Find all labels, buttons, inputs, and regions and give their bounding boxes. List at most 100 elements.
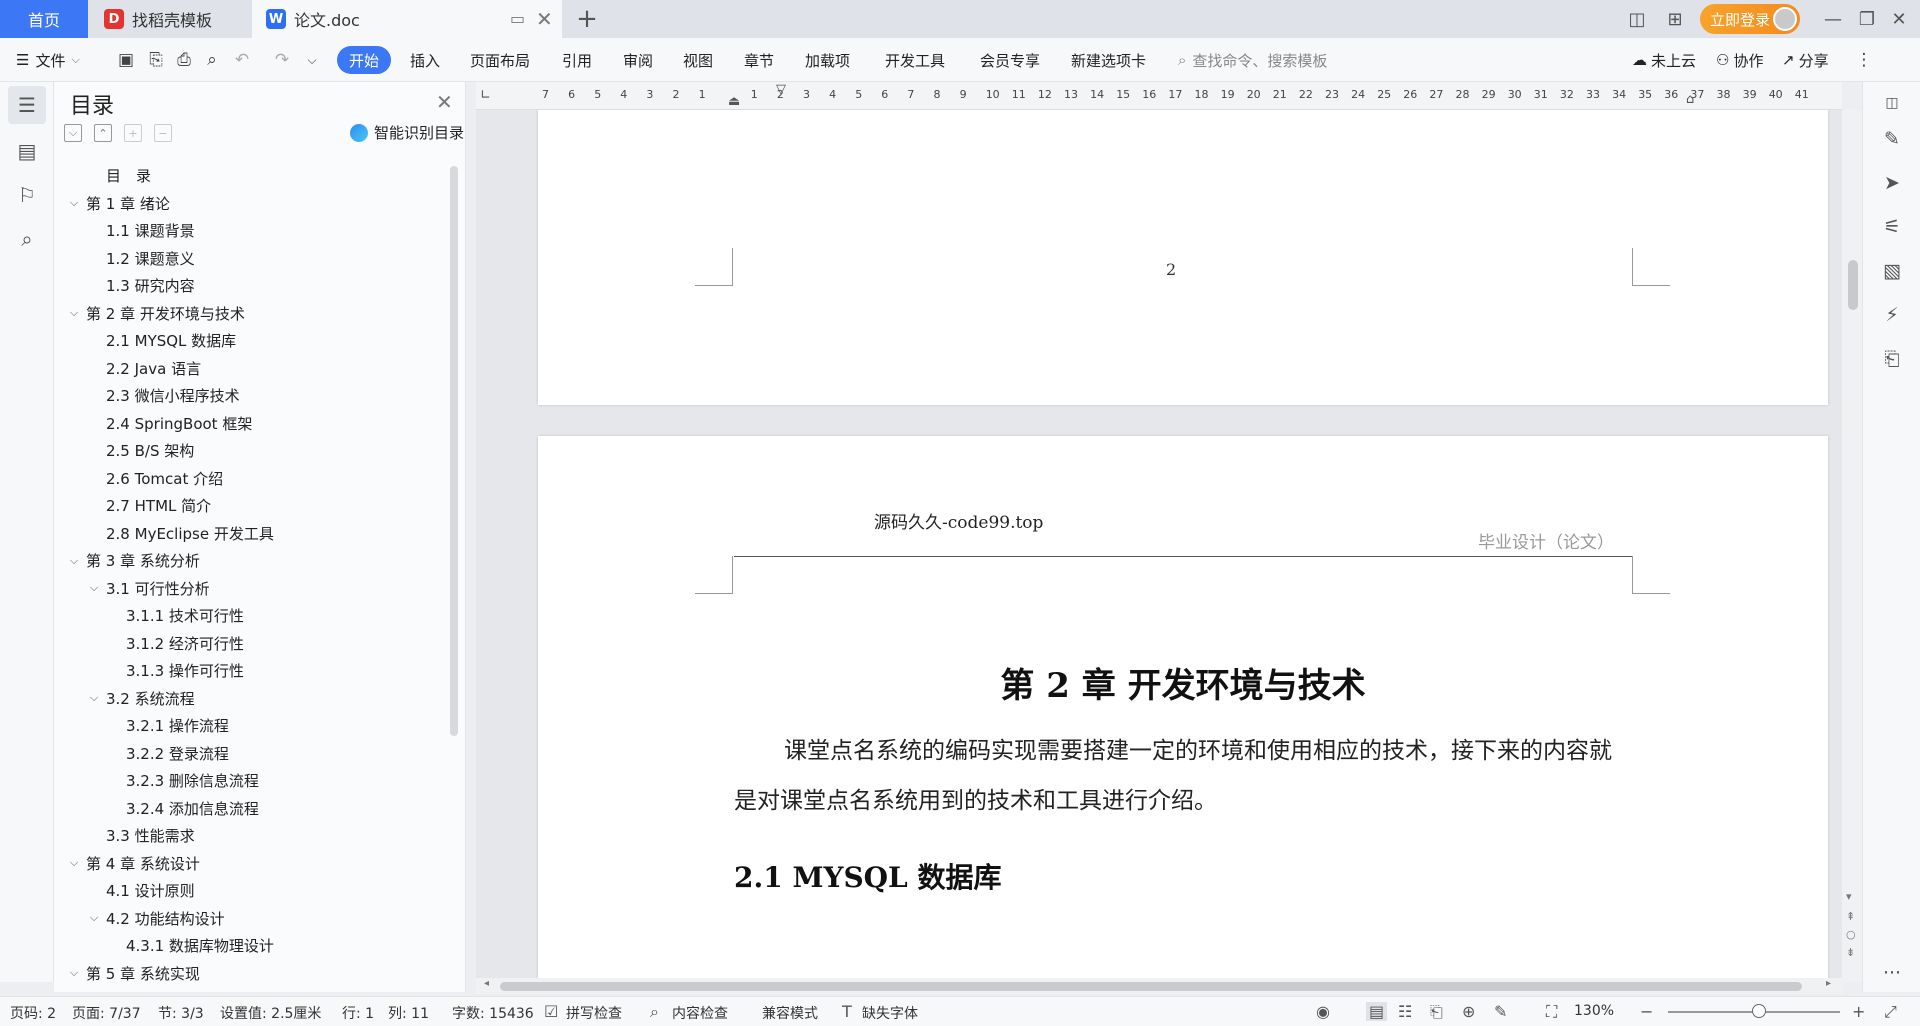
toc-item[interactable]: 1.3 研究内容 xyxy=(106,272,195,299)
tab-member[interactable]: 会员专享 xyxy=(980,46,1040,74)
tab-page-layout[interactable]: 页面布局 xyxy=(470,46,530,74)
status-page-code[interactable]: 页码: 2 xyxy=(10,1003,56,1023)
tab-new-tab[interactable]: 新建选项卡 xyxy=(1071,46,1146,74)
panel-toggle-icon[interactable]: ◫ xyxy=(1877,88,1907,118)
document-canvas[interactable]: 2 源码久久-code99.top 毕业设计（论文） 第 2 章 开发环境与技术… xyxy=(476,110,1842,982)
pen-mode-icon[interactable]: ✎ xyxy=(1494,1002,1507,1021)
chevron-down-icon[interactable]: ⌵ xyxy=(86,581,102,595)
toc-panel-icon[interactable]: ☰ xyxy=(8,86,46,124)
prev-page-icon[interactable]: ⇞ xyxy=(1846,910,1855,923)
redo-icon[interactable]: ↷ xyxy=(270,48,294,72)
content-check-button[interactable]: 内容检查 xyxy=(672,1003,728,1023)
chevron-down-icon[interactable]: ⌵ xyxy=(66,554,82,568)
file-menu[interactable]: ☰ 文件 ⌵ xyxy=(16,46,80,74)
web-view-icon[interactable]: ⊕ xyxy=(1462,1002,1475,1021)
pen-icon[interactable]: ✎ xyxy=(1877,124,1907,154)
chevron-down-icon[interactable]: ⌵ xyxy=(66,856,82,870)
toc-item[interactable]: 3.2.1 操作流程 xyxy=(126,712,229,739)
login-button[interactable]: 立即登录 xyxy=(1700,4,1800,34)
find-icon[interactable]: ⌕ xyxy=(8,220,46,258)
toc-item[interactable]: 2.5 B/S 架构 xyxy=(106,437,194,464)
toc-item[interactable]: 3.2.2 登录流程 xyxy=(126,740,229,767)
tab-start[interactable]: 开始 xyxy=(337,46,392,74)
ruler[interactable]: 7 6 5 4 3 2 1 1 2 3 4 5 6 7 8 9 10 11 12 13 14 15 16 17 18 19 20 21… xyxy=(476,82,1842,110)
toc-item[interactable]: ⌵ 3.1 可行性分析 xyxy=(86,575,210,602)
left-indent-marker-icon[interactable]: ⏏ xyxy=(728,94,740,109)
tab-devtools[interactable]: 开发工具 xyxy=(885,46,945,74)
zoom-slider-knob[interactable] xyxy=(1752,1004,1766,1018)
toc-item[interactable]: 3.1.1 技术可行性 xyxy=(126,602,244,629)
reading-icon[interactable]: ⎗ xyxy=(1877,344,1907,374)
undo-icon[interactable]: ↶ xyxy=(230,48,254,72)
command-search[interactable]: ⌕ 查找命令、搜索模板 xyxy=(1178,48,1327,72)
toc-close-icon[interactable]: ✕ xyxy=(436,90,453,114)
smart-toc-button[interactable]: 智能识别目录 xyxy=(350,122,464,143)
toc-scrollbar[interactable] xyxy=(450,166,458,736)
expand-icon[interactable]: ⌃ xyxy=(94,124,112,142)
toc-item[interactable]: ⌵ 第 1 章 绪论 xyxy=(66,190,170,217)
vertical-scrollbar[interactable]: ▾ ⇞ ○ ⇟ xyxy=(1842,110,1862,982)
minimize-icon[interactable]: — xyxy=(1818,6,1848,32)
tab-document[interactable]: W 论文.doc ▭ ✕ xyxy=(252,0,562,38)
chevron-down-icon[interactable]: ⌵ xyxy=(66,306,82,320)
adjust-icon[interactable]: ⚟ xyxy=(1877,212,1907,242)
tab-insert[interactable]: 插入 xyxy=(410,46,440,74)
toc-item[interactable]: 2.3 微信小程序技术 xyxy=(106,382,240,409)
more-quick-icon[interactable]: ⌵ xyxy=(300,48,324,72)
toc-item[interactable]: 1.2 课题意义 xyxy=(106,245,195,272)
print-preview-icon[interactable]: ⌕ xyxy=(200,48,224,72)
select-pointer-icon[interactable]: ➤ xyxy=(1877,168,1907,198)
eye-protect-icon[interactable]: ◉ xyxy=(1316,1002,1330,1021)
tab-close-icon[interactable]: ✕ xyxy=(536,7,553,31)
spell-check-button[interactable]: 拼写检查 xyxy=(566,1003,622,1023)
browse-object-icon[interactable]: ○ xyxy=(1846,928,1856,941)
scroll-right-icon[interactable]: ▸ xyxy=(1826,978,1831,989)
collab-button[interactable]: ⚇ 协作 xyxy=(1716,46,1763,74)
export-pdf-icon[interactable]: ⎘ xyxy=(144,48,168,72)
toc-item[interactable]: 2.2 Java 语言 xyxy=(106,355,201,382)
toc-item[interactable]: 4.1 设计原则 xyxy=(106,877,195,904)
read-view-icon[interactable]: ⎗ xyxy=(1430,1002,1443,1022)
tab-review[interactable]: 审阅 xyxy=(623,46,653,74)
toc-item[interactable]: ⌵ 3.2 系统流程 xyxy=(86,685,195,712)
chevron-down-icon[interactable]: ⌵ xyxy=(66,196,82,210)
toc-item[interactable]: 3.1.3 操作可行性 xyxy=(126,657,244,684)
new-tab-button[interactable]: + xyxy=(572,4,602,34)
toc-item[interactable]: 1.1 课题背景 xyxy=(106,217,195,244)
horizontal-scroll-thumb[interactable] xyxy=(500,982,1802,991)
toc-item[interactable]: 2.1 MYSQL 数据库 xyxy=(106,327,236,354)
toc-item[interactable]: 2.7 HTML 简介 xyxy=(106,492,211,519)
apps-grid-icon[interactable]: ⊞ xyxy=(1660,6,1690,32)
chevron-down-icon[interactable]: ⌵ xyxy=(86,911,102,925)
scroll-left-icon[interactable]: ◂ xyxy=(484,978,489,989)
fit-page-icon[interactable]: ⛶ xyxy=(1546,1002,1557,1022)
zoom-level[interactable]: 130% xyxy=(1574,1003,1614,1019)
zoom-in-icon[interactable]: + xyxy=(1852,1002,1865,1021)
tab-chapter[interactable]: 章节 xyxy=(744,46,774,74)
tab-daoke-templates[interactable]: D 找稻壳模板 xyxy=(90,0,250,38)
close-window-icon[interactable]: ✕ xyxy=(1884,6,1914,32)
toc-item[interactable]: 3.2.3 删除信息流程 xyxy=(126,767,259,794)
toc-item[interactable]: 2.6 Tomcat 介绍 xyxy=(106,465,223,492)
zoom-out-icon[interactable]: − xyxy=(1640,1002,1653,1021)
first-line-indent-marker-icon[interactable]: ▽ xyxy=(776,82,786,97)
right-indent-marker-icon[interactable]: ⌂ xyxy=(1686,92,1694,107)
quick-action-icon[interactable]: ⚡ xyxy=(1877,300,1907,330)
tab-view[interactable]: 视图 xyxy=(683,46,713,74)
page-view-icon[interactable]: ▤ xyxy=(1366,1002,1388,1021)
toc-item[interactable]: 3.1.2 经济可行性 xyxy=(126,630,244,657)
layout-icon[interactable]: ◫ xyxy=(1622,6,1652,32)
chevron-down-icon[interactable]: ⌵ xyxy=(66,966,82,980)
image-tool-icon[interactable]: ▧ xyxy=(1877,256,1907,286)
fullscreen-icon[interactable]: ⤢ xyxy=(1884,1002,1897,1022)
share-button[interactable]: ↗ 分享 xyxy=(1782,46,1829,74)
toc-item[interactable]: ⌵ 4.2 功能结构设计 xyxy=(86,905,225,932)
collapse-all-icon[interactable]: ⌵ xyxy=(64,124,82,142)
bookmark-icon[interactable]: ⚐ xyxy=(8,176,46,214)
toc-item[interactable]: 2.8 MyEclipse 开发工具 xyxy=(106,520,274,547)
tab-stop-icon[interactable]: ∟ xyxy=(480,88,491,103)
navigation-icon[interactable]: ▤ xyxy=(8,132,46,170)
pin-icon[interactable]: ▭ xyxy=(510,9,525,28)
toc-item[interactable]: 2.4 SpringBoot 框架 xyxy=(106,410,252,437)
remove-level-icon[interactable]: − xyxy=(154,124,172,142)
